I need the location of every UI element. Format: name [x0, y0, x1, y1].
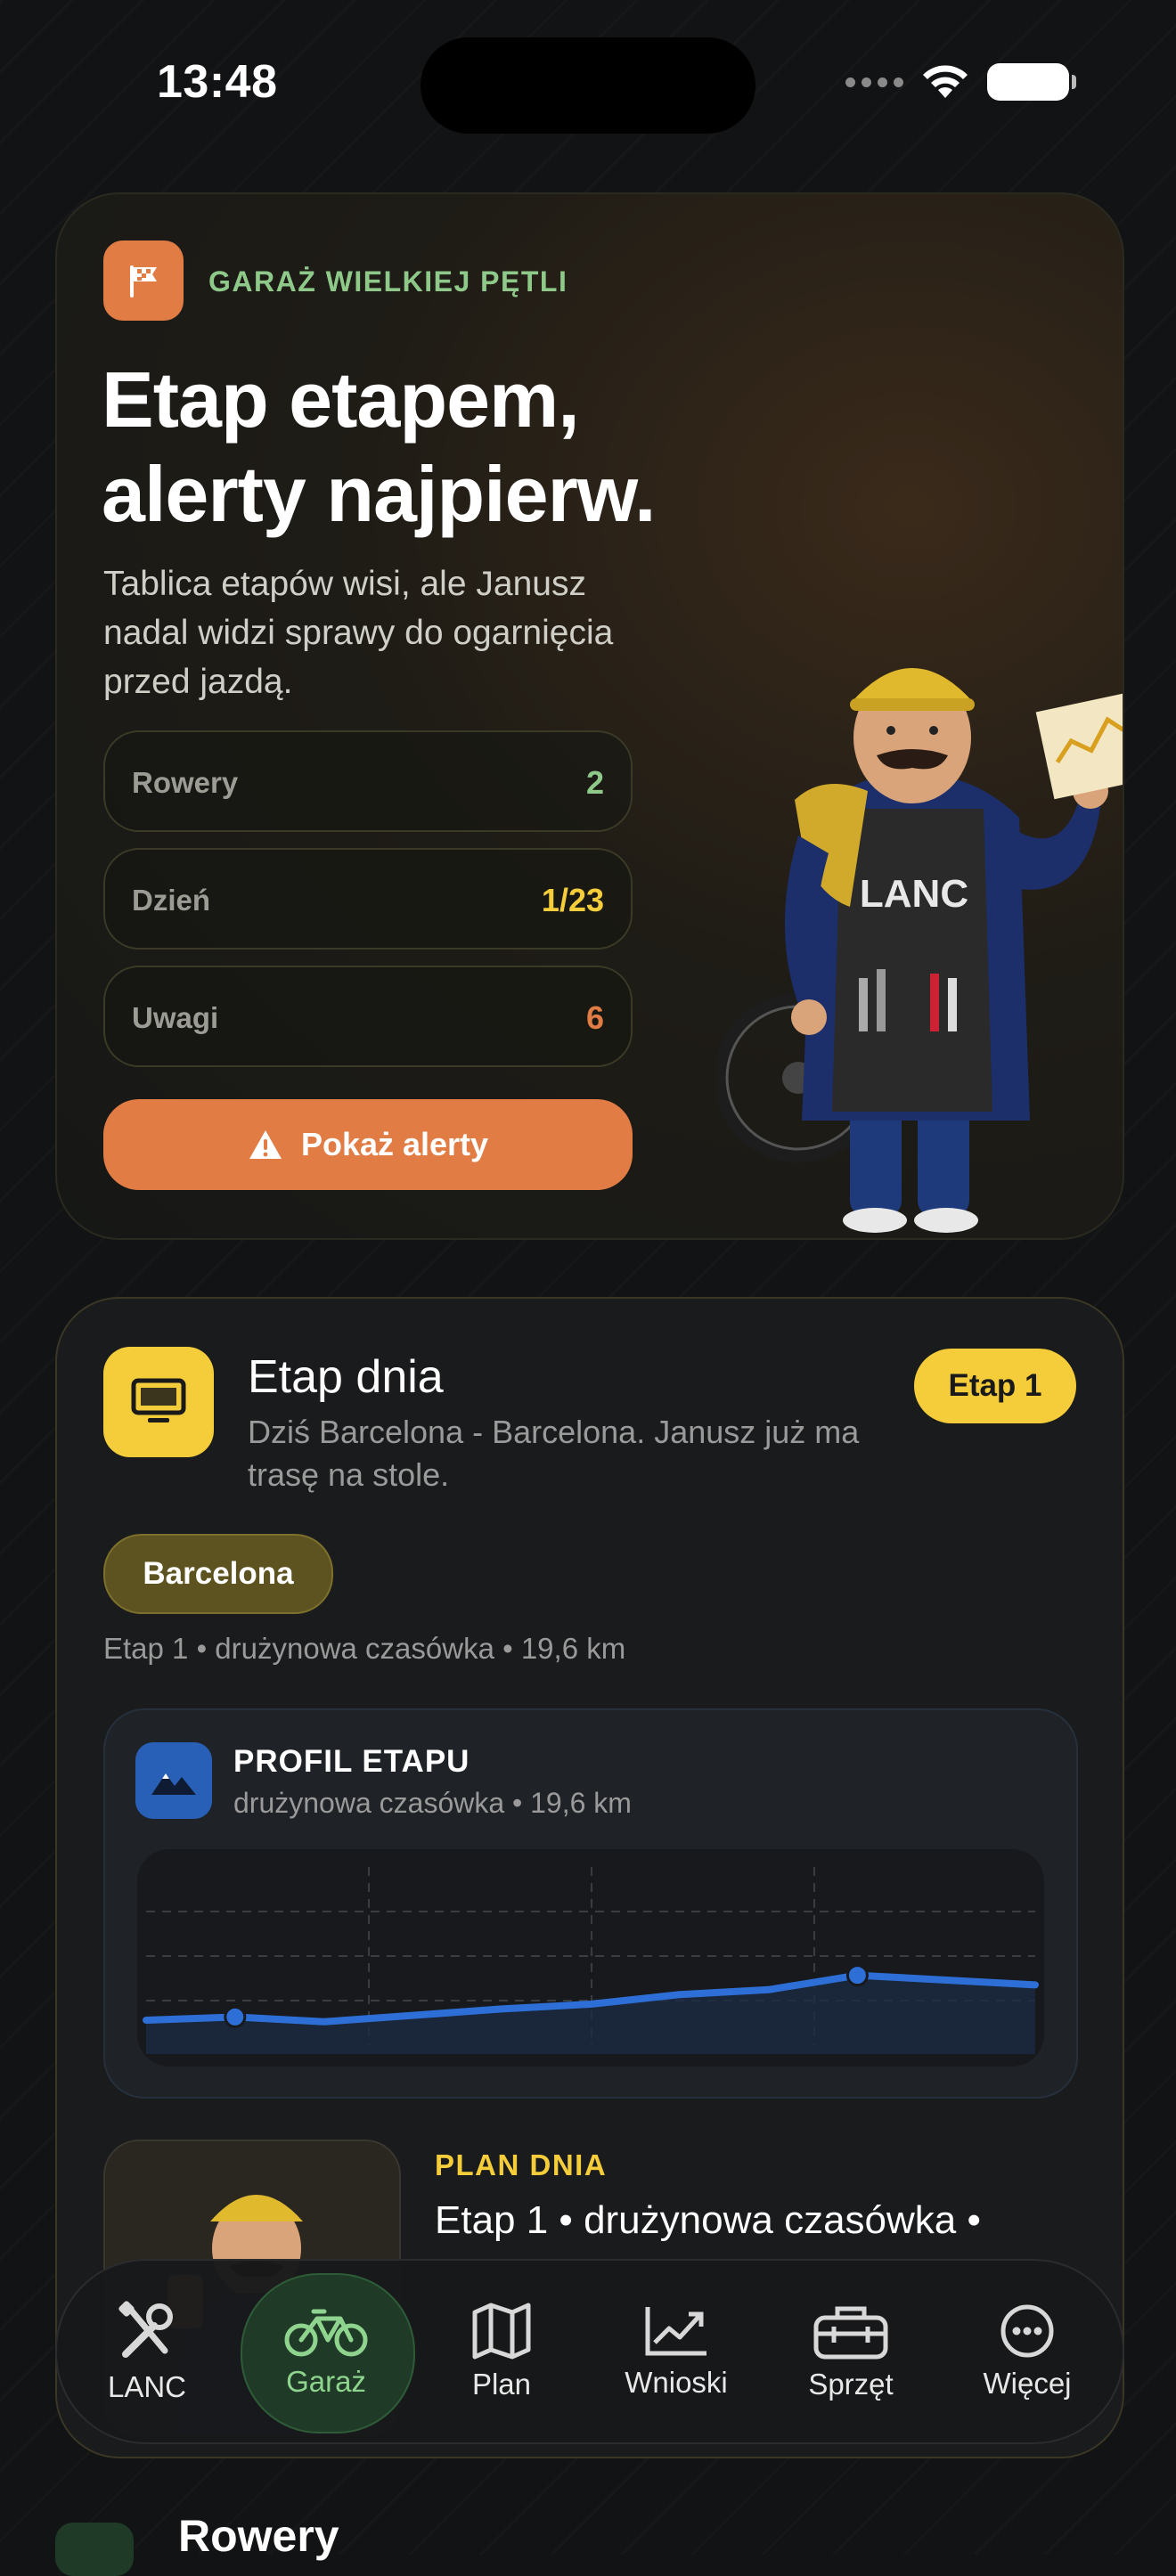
plan-eyebrow: PLAN DNIA	[435, 2148, 608, 2181]
battery-icon	[987, 63, 1076, 101]
stage-title: Etap dnia	[248, 1351, 444, 1403]
elevation-chart	[137, 1849, 1044, 2067]
profile-title: PROFIL ETAPU	[233, 1744, 470, 1779]
status-time: 13:48	[157, 56, 278, 108]
plan-title: Etap 1 • drużynowa czasówka •	[435, 2198, 981, 2242]
show-alerts-label: Pokaż alerty	[300, 1126, 489, 1162]
tab-bar: LANC Garaż Plan Wnioski Sprzęt Więcej	[55, 2259, 1124, 2444]
tab-label: Sprzęt	[808, 2368, 894, 2401]
map-icon	[472, 2303, 531, 2360]
city-chip[interactable]: Barcelona	[103, 1534, 333, 1614]
tab-sprzet[interactable]: Sprzęt	[766, 2261, 935, 2442]
mechanic-illustration: LANC	[716, 668, 1123, 1233]
mountains-icon	[135, 1742, 212, 1819]
hero-subtitle: Tablica etapów wisi, ale Janusz nadal wi…	[103, 565, 614, 701]
stage-subtitle: Dziś Barcelona - Barcelona. Janusz już m…	[248, 1414, 860, 1493]
bikes-section-icon	[55, 2523, 134, 2576]
stat-notes: Uwagi 6	[103, 966, 633, 1067]
cellular-icon	[845, 77, 903, 87]
tab-label: Więcej	[983, 2367, 1072, 2400]
stage-profile-panel[interactable]: PROFIL ETAPU drużynowa czasówka • 19,6 k…	[103, 1708, 1078, 2099]
profile-subtitle: drużynowa czasówka • 19,6 km	[233, 1787, 632, 1819]
tab-label: Garaż	[286, 2365, 366, 2398]
stat-label: Uwagi	[132, 1001, 219, 1034]
more-icon	[1000, 2304, 1054, 2358]
stage-number-badge: Etap 1	[914, 1349, 1076, 1423]
stat-day: Dzień 1/23	[103, 848, 633, 950]
wifi-icon	[923, 65, 968, 98]
toolbox-icon	[813, 2306, 888, 2360]
show-alerts-button[interactable]: Pokaż alerty	[103, 1099, 633, 1190]
tools-icon	[118, 2301, 173, 2358]
tab-label: LANC	[107, 2370, 187, 2403]
stat-value: 1/23	[541, 882, 604, 918]
tab-wnioski[interactable]: Wnioski	[592, 2261, 761, 2442]
warning-icon	[249, 1130, 282, 1159]
dynamic-island	[421, 37, 755, 134]
bicycle-icon	[284, 2309, 368, 2357]
hero-title: Etap etapem, alerty najpierw.	[102, 355, 656, 538]
tab-plan[interactable]: Plan	[417, 2261, 586, 2442]
stage-meta: Etap 1 • drużynowa czasówka • 19,6 km	[103, 1632, 626, 1665]
elevation-marker	[845, 1964, 869, 1987]
stat-label: Dzień	[132, 884, 211, 917]
stat-bikes: Rowery 2	[103, 730, 633, 832]
tab-lanc[interactable]: LANC	[62, 2261, 232, 2442]
monitor-icon	[103, 1347, 214, 1457]
tab-label: Wnioski	[625, 2366, 728, 2399]
status-icons	[845, 62, 1076, 102]
tab-garaz[interactable]: Garaż	[241, 2261, 411, 2442]
hero-card: GARAŻ WIELKIEJ PĘTLI Etap etapem, alerty…	[55, 192, 1124, 1240]
apron-text: LANC	[860, 872, 968, 916]
tab-wiecej[interactable]: Więcej	[943, 2261, 1112, 2442]
trend-chart-icon	[645, 2307, 706, 2356]
bikes-section-title: Rowery	[178, 2511, 339, 2561]
stat-label: Rowery	[132, 766, 239, 799]
flag-icon	[103, 240, 184, 321]
elevation-svg	[143, 1867, 1039, 2054]
hero-eyebrow: GARAŻ WIELKIEJ PĘTLI	[208, 265, 568, 298]
elevation-marker	[224, 2005, 247, 2028]
tab-label: Plan	[471, 2368, 532, 2401]
stat-value: 2	[585, 764, 604, 801]
stat-value: 6	[585, 999, 604, 1036]
